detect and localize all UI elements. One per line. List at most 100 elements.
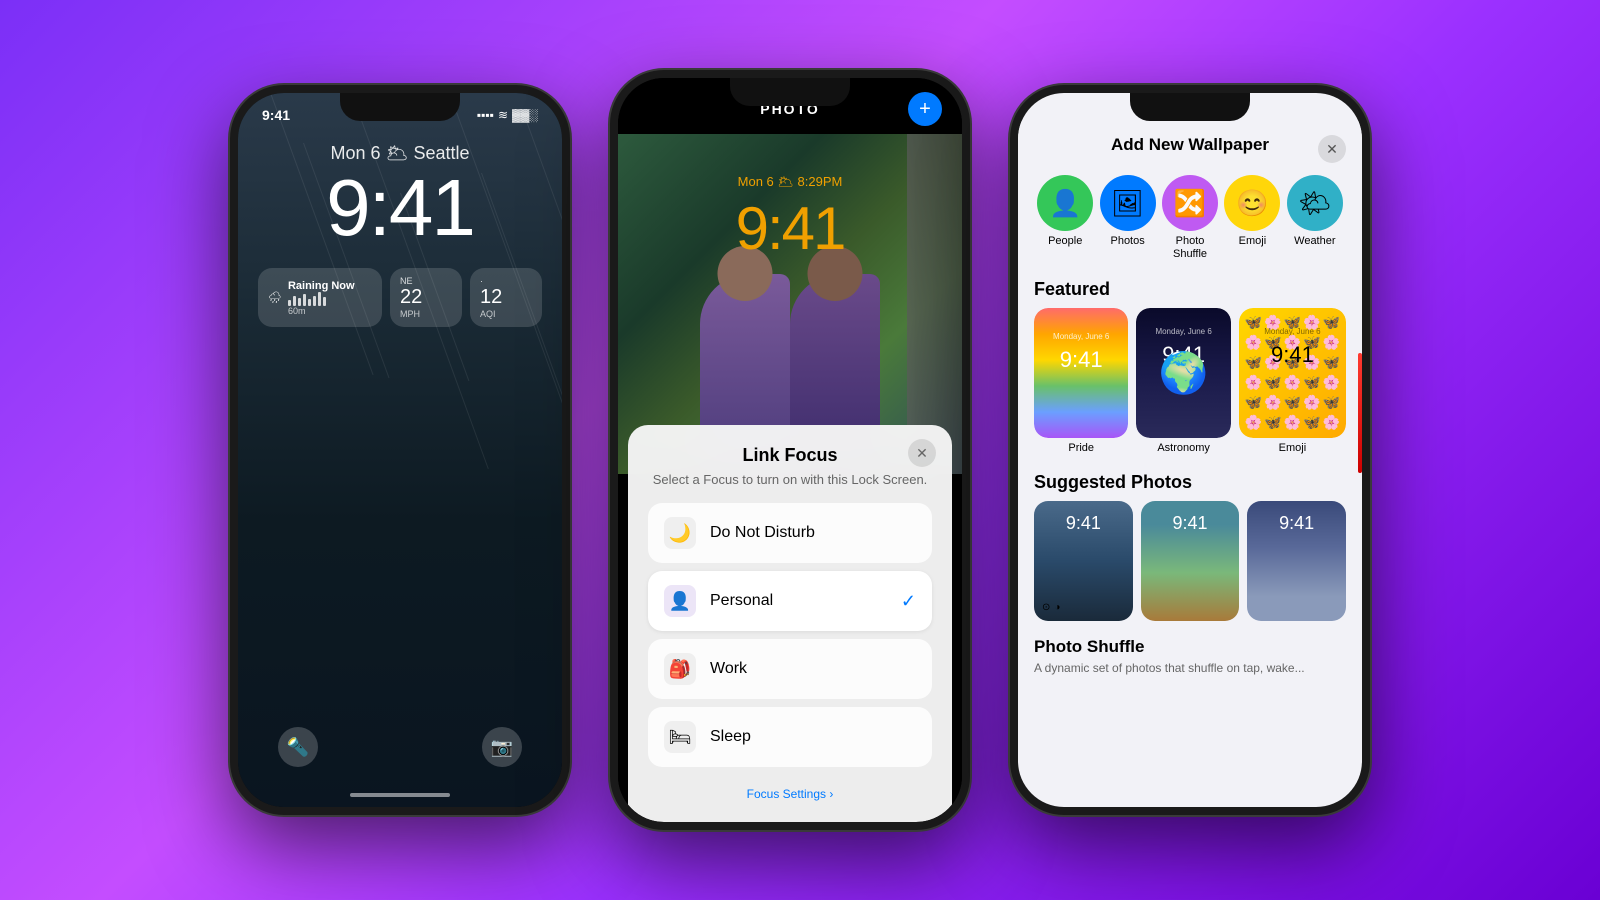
featured-wallpapers: Monday, June 6 9:41 Pride Monday, June 6… bbox=[1018, 308, 1362, 458]
people-label: People bbox=[1048, 235, 1082, 248]
astronomy-bg: Monday, June 6 9:41 bbox=[1136, 308, 1230, 438]
phone-1-lockscreen: 9:41 ▪▪▪▪ ≋ ▓▓░ Mon 6 🌥 Seattle 9:41 🌧 R… bbox=[230, 85, 570, 815]
photo-topbar: PHOTO + bbox=[618, 78, 962, 134]
sleep-icon: 🛏 bbox=[664, 721, 696, 753]
add-button[interactable]: + bbox=[908, 92, 942, 126]
personal-icon: 👤 bbox=[664, 585, 696, 617]
astronomy-thumb[interactable]: Monday, June 6 9:41 bbox=[1136, 308, 1230, 438]
date-label: Mon 6 🌥 Seattle bbox=[238, 143, 562, 164]
photo-shuffle-icon-item[interactable]: 🔀 Photo Shuffle bbox=[1159, 175, 1221, 261]
pride-date: Monday, June 6 bbox=[1034, 332, 1128, 341]
notch-space bbox=[1018, 93, 1362, 121]
emoji-time: 9:41 bbox=[1239, 342, 1346, 368]
weather-emoji: 🌥 bbox=[386, 143, 409, 163]
bridge-thumb[interactable]: 9:41 ⊙ ◑ bbox=[1034, 501, 1133, 621]
home-indicator bbox=[350, 793, 450, 797]
weather-widget: 🌧 Raining Now 60m bbox=[258, 268, 382, 327]
weather-time: 60m bbox=[288, 306, 355, 316]
work-label: Work bbox=[710, 660, 916, 678]
wallpaper-scrollable[interactable]: Featured Monday, June 6 9:41 Pride bbox=[1018, 271, 1362, 785]
scroll-indicator bbox=[1358, 353, 1362, 473]
astronomy-time: 9:41 bbox=[1136, 342, 1230, 368]
bottom-icons: 🔦 📷 bbox=[238, 727, 562, 767]
phone-2-photo: PHOTO + Mon 6 🌥 8:29PM 9:41 bbox=[610, 70, 970, 830]
work-icon: 🎒 bbox=[664, 653, 696, 685]
emoji-date: Monday, June 6 bbox=[1239, 327, 1346, 336]
wind-speed: 22 bbox=[400, 286, 422, 309]
photo-shuffle-icon: 🔀 bbox=[1162, 175, 1218, 231]
sleep-label: Sleep bbox=[710, 728, 916, 746]
featured-section-title: Featured bbox=[1018, 271, 1362, 308]
link-focus-title: Link Focus bbox=[648, 445, 932, 466]
status-time: 9:41 bbox=[262, 107, 290, 123]
tree-thumb[interactable]: 9:41 bbox=[1141, 501, 1240, 621]
suggested-row: 9:41 ⊙ ◑ 9:41 9:41 bbox=[1034, 501, 1346, 621]
focus-item-work[interactable]: 🎒 Work bbox=[648, 639, 932, 699]
wallpaper-screen: Add New Wallpaper ✕ 👤 People 🖼 Photos 🔀 … bbox=[1018, 93, 1362, 807]
wallpaper-type-icons: 👤 People 🖼 Photos 🔀 Photo Shuffle 😊 Emoj… bbox=[1018, 165, 1362, 271]
focus-item-dnd[interactable]: 🌙 Do Not Disturb bbox=[648, 503, 932, 563]
wind-widget: NE 22 MPH bbox=[390, 268, 462, 327]
bridge-icons: ⊙ ◑ bbox=[1042, 602, 1060, 613]
emoji-icon-item[interactable]: 😊 Emoji bbox=[1221, 175, 1283, 261]
photo-overlay-time: Mon 6 🌥 8:29PM 9:41 bbox=[618, 174, 962, 263]
focus-settings-link[interactable]: Focus Settings › bbox=[648, 775, 932, 812]
wallpaper-title: Add New Wallpaper bbox=[1111, 135, 1269, 155]
focus-item-personal[interactable]: 👤 Personal ✓ bbox=[648, 571, 932, 631]
photo-shuffle-desc: A dynamic set of photos that shuffle on … bbox=[1018, 661, 1362, 675]
people-icon-item[interactable]: 👤 People bbox=[1034, 175, 1096, 261]
weather-bars bbox=[288, 292, 355, 306]
link-focus-close[interactable]: ✕ bbox=[908, 439, 936, 467]
dnd-icon: 🌙 bbox=[664, 517, 696, 549]
pride-time: 9:41 bbox=[1034, 347, 1128, 373]
astronomy-thumb-wrapper: Monday, June 6 9:41 Astronomy bbox=[1136, 308, 1230, 458]
pride-thumb[interactable]: Monday, June 6 9:41 bbox=[1034, 308, 1128, 438]
status-bar: 9:41 ▪▪▪▪ ≋ ▓▓░ bbox=[238, 93, 562, 123]
phone-3-wallpaper: Add New Wallpaper ✕ 👤 People 🖼 Photos 🔀 … bbox=[1010, 85, 1370, 815]
battery-icon: ▓▓░ bbox=[512, 108, 538, 122]
lockscreen-screen: 9:41 ▪▪▪▪ ≋ ▓▓░ Mon 6 🌥 Seattle 9:41 🌧 R… bbox=[238, 93, 562, 807]
pride-label: Pride bbox=[1034, 442, 1128, 458]
pride-bg: Monday, June 6 9:41 bbox=[1034, 308, 1128, 438]
photos-label: Photos bbox=[1110, 235, 1144, 248]
signal-icon: ▪▪▪▪ bbox=[477, 108, 494, 122]
status-icons: ▪▪▪▪ ≋ ▓▓░ bbox=[477, 108, 538, 122]
emoji-wall-label: Emoji bbox=[1239, 442, 1346, 458]
dnd-label: Do Not Disturb bbox=[710, 524, 916, 542]
link-focus-subtitle: Select a Focus to turn on with this Lock… bbox=[648, 472, 932, 487]
astronomy-date: Monday, June 6 bbox=[1136, 327, 1230, 336]
weather-label: Weather bbox=[1294, 235, 1335, 248]
wind-unit: MPH bbox=[400, 309, 422, 319]
link-focus-popup: ✕ Link Focus Select a Focus to turn on w… bbox=[628, 425, 952, 822]
photo-screen: PHOTO + Mon 6 🌥 8:29PM 9:41 bbox=[618, 78, 962, 822]
photos-icon-item[interactable]: 🖼 Photos bbox=[1096, 175, 1158, 261]
wallpaper-topbar: Add New Wallpaper ✕ bbox=[1018, 121, 1362, 165]
astronomy-label: Astronomy bbox=[1136, 442, 1230, 458]
wifi-icon: ≋ bbox=[498, 108, 508, 122]
widgets-row: 🌧 Raining Now 60m bbox=[238, 268, 562, 327]
photos-icon: 🖼 bbox=[1100, 175, 1156, 231]
weather-icon-item[interactable]: 🌤 Weather bbox=[1284, 175, 1346, 261]
city-thumb[interactable]: 9:41 bbox=[1247, 501, 1346, 621]
check-icon: ✓ bbox=[901, 591, 916, 612]
photo-shuffle-section-title: Photo Shuffle bbox=[1018, 629, 1362, 661]
pride-thumb-wrapper: Monday, June 6 9:41 Pride bbox=[1034, 308, 1128, 458]
camera-button[interactable]: 📷 bbox=[482, 727, 522, 767]
aqi-unit: AQI bbox=[480, 309, 502, 319]
weather-status: Raining Now bbox=[288, 280, 355, 292]
emoji-icon: 😊 bbox=[1224, 175, 1280, 231]
wallpaper-close[interactable]: ✕ bbox=[1318, 135, 1346, 163]
weather-icon: 🌤 bbox=[1287, 175, 1343, 231]
suggested-section-title: Suggested Photos bbox=[1018, 464, 1362, 501]
emoji-label: Emoji bbox=[1239, 235, 1267, 248]
suggested-photos-row: 9:41 ⊙ ◑ 9:41 9:41 bbox=[1018, 501, 1362, 621]
date-weather-row: Mon 6 🌥 Seattle bbox=[238, 123, 562, 164]
weather-icon: 🌧 bbox=[268, 291, 282, 304]
emoji-thumb-wrapper: 🦋🌸🦋🌸🦋 🌸🦋🌸🦋🌸 🦋🌸🦋🌸🦋 🌸🦋🌸🦋🌸 🦋🌸🦋🌸🦋 🌸🦋🌸🦋🌸 Mond… bbox=[1239, 308, 1346, 458]
focus-item-sleep[interactable]: 🛏 Sleep bbox=[648, 707, 932, 767]
photo-section-label: PHOTO bbox=[672, 101, 908, 117]
people-icon: 👤 bbox=[1037, 175, 1093, 231]
personal-label: Personal bbox=[710, 592, 887, 610]
flashlight-button[interactable]: 🔦 bbox=[278, 727, 318, 767]
emoji-wallpaper-thumb[interactable]: 🦋🌸🦋🌸🦋 🌸🦋🌸🦋🌸 🦋🌸🦋🌸🦋 🌸🦋🌸🦋🌸 🦋🌸🦋🌸🦋 🌸🦋🌸🦋🌸 Mond… bbox=[1239, 308, 1346, 438]
